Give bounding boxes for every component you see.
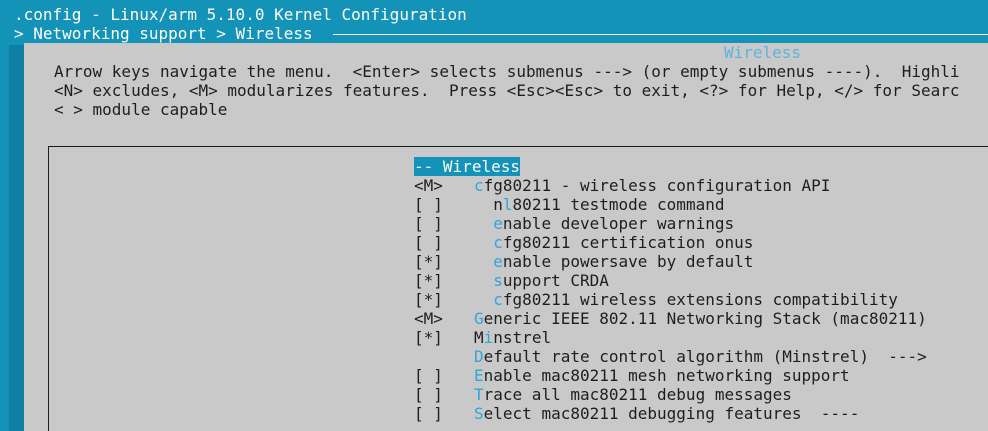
menu-label: Default rate control algorithm (Minstrel… — [474, 347, 927, 366]
hotkey-letter: e — [493, 214, 503, 233]
menu-label-pre — [474, 252, 493, 271]
window-title: .config - Linux/arm 5.10.0 Kernel Config… — [14, 5, 467, 24]
breadcrumb: > Networking support > Wireless — [14, 24, 313, 43]
menu-label-rest: elect mac80211 debugging features ---- — [483, 404, 860, 423]
menu-state: [ ] — [414, 195, 443, 214]
menu-label: Generic IEEE 802.11 Networking Stack (ma… — [474, 309, 927, 328]
menu-label-rest: fg80211 - wireless configuration API — [483, 176, 831, 195]
menu-label: Enable mac80211 mesh networking support — [474, 366, 850, 385]
left-shadow — [9, 45, 24, 431]
menu-label: nl80211 testmode command — [474, 195, 724, 214]
menu-state: [ ] — [414, 214, 443, 233]
menu-state: [ ] — [414, 404, 443, 423]
menu-label-rest: eneric IEEE 802.11 Networking Stack (mac… — [483, 309, 927, 328]
title-rule — [333, 34, 988, 35]
hotkey-letter: i — [483, 328, 494, 347]
hotkey-letter: G — [474, 309, 484, 328]
help-line-2: <N> excludes, <M> modularizes features. … — [54, 81, 960, 100]
hotkey-letter: c — [474, 176, 484, 195]
menu-label: enable developer warnings — [474, 214, 734, 233]
menu-label-rest: 80211 testmode command — [512, 195, 725, 214]
menu-label: Minstrel — [474, 328, 551, 347]
dialog-title: Wireless — [724, 43, 802, 62]
menu-label-pre: n — [474, 195, 503, 214]
selected-item[interactable]: -- Wireless — [414, 157, 520, 176]
menu-label-pre: - — [423, 157, 434, 176]
menu-label: Select mac80211 debugging features ---- — [474, 404, 859, 423]
menu-label: support CRDA — [474, 271, 609, 290]
menu-label-rest: nable powersave by default — [502, 252, 754, 271]
menu-state: [*] — [414, 271, 443, 290]
hotkey-letter: c — [493, 233, 503, 252]
menu-label-rest: Wireless — [433, 157, 520, 176]
menu-label: enable powersave by default — [474, 252, 753, 271]
hotkey-letter: e — [493, 252, 503, 271]
menu-label-rest: nstrel — [493, 328, 552, 347]
menu-label-rest: fg80211 certification onus — [502, 233, 754, 252]
menu-label-rest: race all mac80211 debug messages — [483, 385, 792, 404]
menu-label-pre: M — [474, 328, 484, 347]
menu-state: <M> — [414, 176, 443, 195]
hotkey-letter: l — [502, 195, 513, 214]
hotkey-letter: D — [474, 347, 484, 366]
hotkey-letter: S — [474, 404, 484, 423]
menu-state: [ ] — [414, 366, 443, 385]
menu-label-rest: nable developer warnings — [502, 214, 735, 233]
help-line-1: Arrow keys navigate the menu. <Enter> se… — [54, 62, 960, 81]
hotkey-letter: T — [474, 385, 484, 404]
menu-state: [ ] — [414, 233, 443, 252]
menu-label-pre — [474, 271, 493, 290]
menu-state: [ ] — [414, 385, 443, 404]
menu-label-pre — [474, 214, 493, 233]
menu-label-rest: nable mac80211 mesh networking support — [483, 366, 850, 385]
menu-state: - — [414, 157, 424, 176]
menu-label: cfg80211 certification onus — [474, 233, 753, 252]
menu-state: [*] — [414, 252, 443, 271]
menu-label-rest: fg80211 wireless extensions compatibilit… — [502, 290, 898, 309]
menu-label-pre — [474, 233, 493, 252]
hotkey-letter: s — [493, 271, 503, 290]
help-line-3: < > module capable — [54, 100, 228, 119]
menu-label: cfg80211 wireless extensions compatibili… — [474, 290, 898, 309]
menu-state: <M> — [414, 309, 443, 328]
menu-label: Trace all mac80211 debug messages — [474, 385, 792, 404]
menu-label: cfg80211 - wireless configuration API — [474, 176, 830, 195]
hotkey-letter: E — [474, 366, 484, 385]
menu-label-pre — [474, 290, 493, 309]
menu-label-rest: upport CRDA — [502, 271, 609, 290]
menu-state: [*] — [414, 328, 443, 347]
menu-label-rest: efault rate control algorithm (Minstrel)… — [483, 347, 927, 366]
hotkey-letter: c — [493, 290, 503, 309]
menu-state: [*] — [414, 290, 443, 309]
